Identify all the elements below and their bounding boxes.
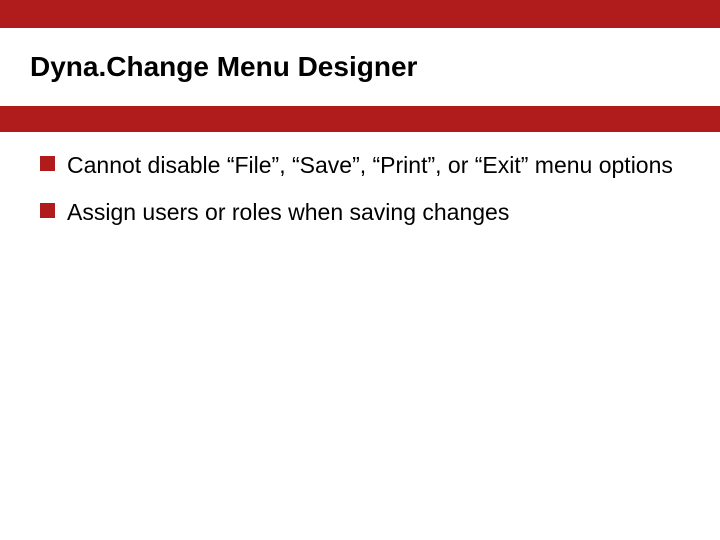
square-bullet-icon (40, 203, 55, 218)
list-item: Assign users or roles when saving change… (40, 197, 680, 228)
list-item: Cannot disable “File”, “Save”, “Print”, … (40, 150, 680, 181)
square-bullet-icon (40, 156, 55, 171)
slide-title: Dyna.Change Menu Designer (0, 51, 417, 83)
content-panel: Cannot disable “File”, “Save”, “Print”, … (0, 132, 720, 540)
slide: Dyna.Change Menu Designer Cannot disable… (0, 0, 720, 540)
top-accent-strip (0, 0, 720, 28)
bullet-text: Assign users or roles when saving change… (67, 197, 509, 228)
title-band: Dyna.Change Menu Designer (0, 28, 720, 106)
bullet-text: Cannot disable “File”, “Save”, “Print”, … (67, 150, 673, 181)
